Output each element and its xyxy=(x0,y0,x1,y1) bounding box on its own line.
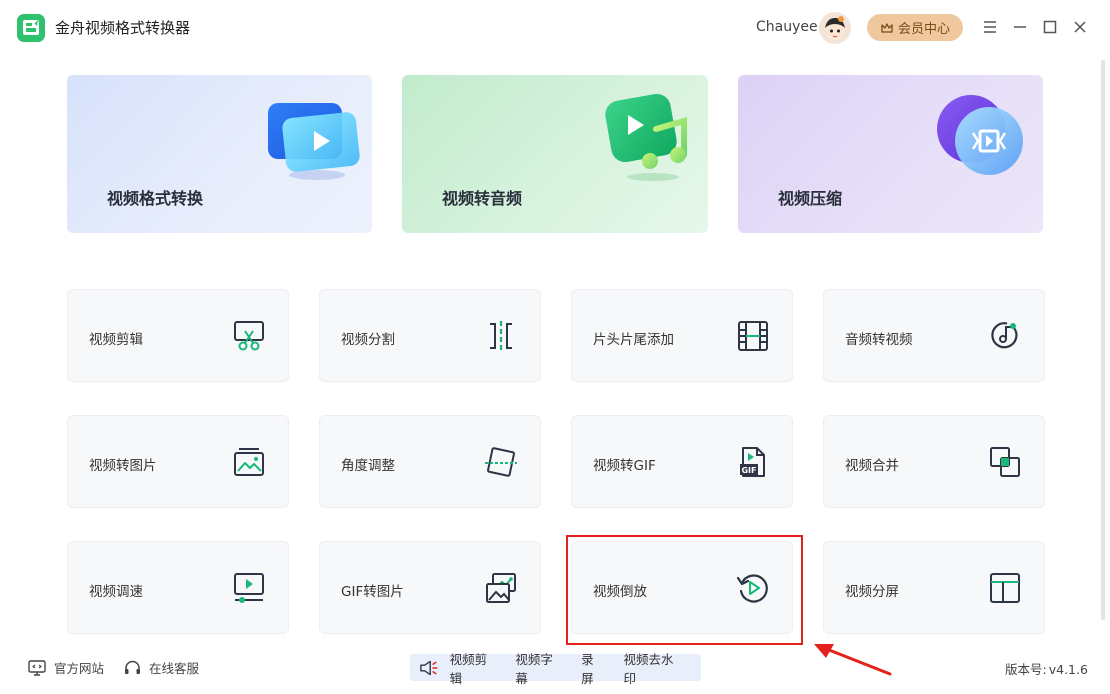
tool-label: 视频合并 xyxy=(845,458,899,474)
audio-disc-icon xyxy=(991,322,1018,349)
scrollbar[interactable] xyxy=(1101,60,1105,620)
gif-file-icon: GIF xyxy=(740,447,765,477)
quick-link-video-edit[interactable]: 视频剪辑 xyxy=(450,649,497,687)
tool-gif-to-image[interactable]: GIF转图片 xyxy=(319,541,541,634)
tool-video-split[interactable]: 视频分割 xyxy=(319,289,541,382)
quick-links-bar: 视频剪辑 视频字幕 录屏 视频去水印 xyxy=(410,652,701,686)
quick-link-screen-record[interactable]: 录屏 xyxy=(581,649,604,687)
split-screen-icon xyxy=(990,573,1020,603)
music-note-icon xyxy=(605,93,687,181)
quick-link-watermark-remove[interactable]: 视频去水印 xyxy=(624,649,682,687)
close-icon[interactable] xyxy=(1071,18,1089,36)
highlight-box xyxy=(566,535,803,645)
film-strip-icon xyxy=(738,321,768,351)
headset-icon xyxy=(125,660,140,674)
online-support-label: 在线客服 xyxy=(149,661,200,676)
hero-label: 视频格式转换 xyxy=(107,189,204,208)
quick-link-subtitles[interactable]: 视频字幕 xyxy=(515,649,562,687)
video-play-icon xyxy=(268,103,360,180)
title-bar: 金舟视频格式转换器 Chauyee 会员中心 xyxy=(0,0,1110,56)
gif-to-image-icon xyxy=(486,573,516,603)
hero-card-format-convert[interactable]: 视频格式转换 xyxy=(67,75,372,233)
minimize-icon[interactable] xyxy=(1011,18,1029,36)
tool-label: 视频分割 xyxy=(341,332,395,348)
tool-split-screen[interactable]: 视频分屏 xyxy=(823,541,1045,634)
tool-intro-outro[interactable]: 片头片尾添加 xyxy=(571,289,793,382)
tool-label: 视频调速 xyxy=(89,584,143,600)
scissors-icon xyxy=(234,321,264,351)
tool-label: 视频剪辑 xyxy=(89,332,143,348)
hero-label: 视频转音频 xyxy=(442,189,523,208)
tool-label: GIF转图片 xyxy=(341,584,404,600)
tool-label: 视频分屏 xyxy=(845,584,899,600)
version-value: v4.1.6 xyxy=(1048,662,1088,677)
image-icon xyxy=(234,448,264,476)
online-support-link[interactable]: 在线客服 xyxy=(124,658,199,677)
rotate-frame-icon xyxy=(485,447,517,477)
hero-label: 视频压缩 xyxy=(778,189,843,208)
tool-label: 片头片尾添加 xyxy=(593,332,674,348)
tool-video-merge[interactable]: 视频合并 xyxy=(823,415,1045,508)
speed-screen-icon xyxy=(234,573,264,603)
tool-label: 视频转GIF xyxy=(593,458,656,474)
vip-center-button[interactable]: 会员中心 xyxy=(867,14,963,41)
maximize-icon[interactable] xyxy=(1041,18,1059,36)
menu-icon[interactable] xyxy=(981,18,999,36)
official-website-label: 官方网站 xyxy=(54,661,105,676)
tool-video-to-gif[interactable]: 视频转GIF GIF xyxy=(571,415,793,508)
tool-audio-to-video[interactable]: 音频转视频 xyxy=(823,289,1045,382)
username[interactable]: Chauyee xyxy=(756,19,818,35)
crown-icon xyxy=(881,22,893,33)
arrow-icon xyxy=(814,644,892,676)
tool-video-edit[interactable]: 视频剪辑 xyxy=(67,289,289,382)
vip-center-label: 会员中心 xyxy=(897,22,950,37)
tool-video-to-image[interactable]: 视频转图片 xyxy=(67,415,289,508)
version-label: 版本号: xyxy=(1005,662,1047,677)
tool-angle-adjust[interactable]: 角度调整 xyxy=(319,415,541,508)
tool-label: 视频转图片 xyxy=(89,458,157,474)
avatar[interactable] xyxy=(819,12,851,44)
app-title: 金舟视频格式转换器 xyxy=(55,19,191,37)
version-info: 版本号: v4.1.6 xyxy=(1003,659,1088,678)
tool-video-speed[interactable]: 视频调速 xyxy=(67,541,289,634)
hero-card-video-to-audio[interactable]: 视频转音频 xyxy=(402,75,708,233)
official-website-link[interactable]: 官方网站 xyxy=(28,658,104,677)
gif-badge-label: GIF xyxy=(741,466,756,475)
merge-icon xyxy=(990,447,1020,477)
tool-label: 角度调整 xyxy=(341,458,395,474)
app-logo-icon xyxy=(17,14,45,42)
megaphone-icon xyxy=(420,660,438,675)
hero-card-video-compress[interactable]: 视频压缩 xyxy=(738,75,1043,233)
compress-icon xyxy=(937,95,1023,175)
monitor-icon xyxy=(28,659,46,676)
tool-label: 音频转视频 xyxy=(845,332,913,348)
split-icon xyxy=(490,321,512,351)
